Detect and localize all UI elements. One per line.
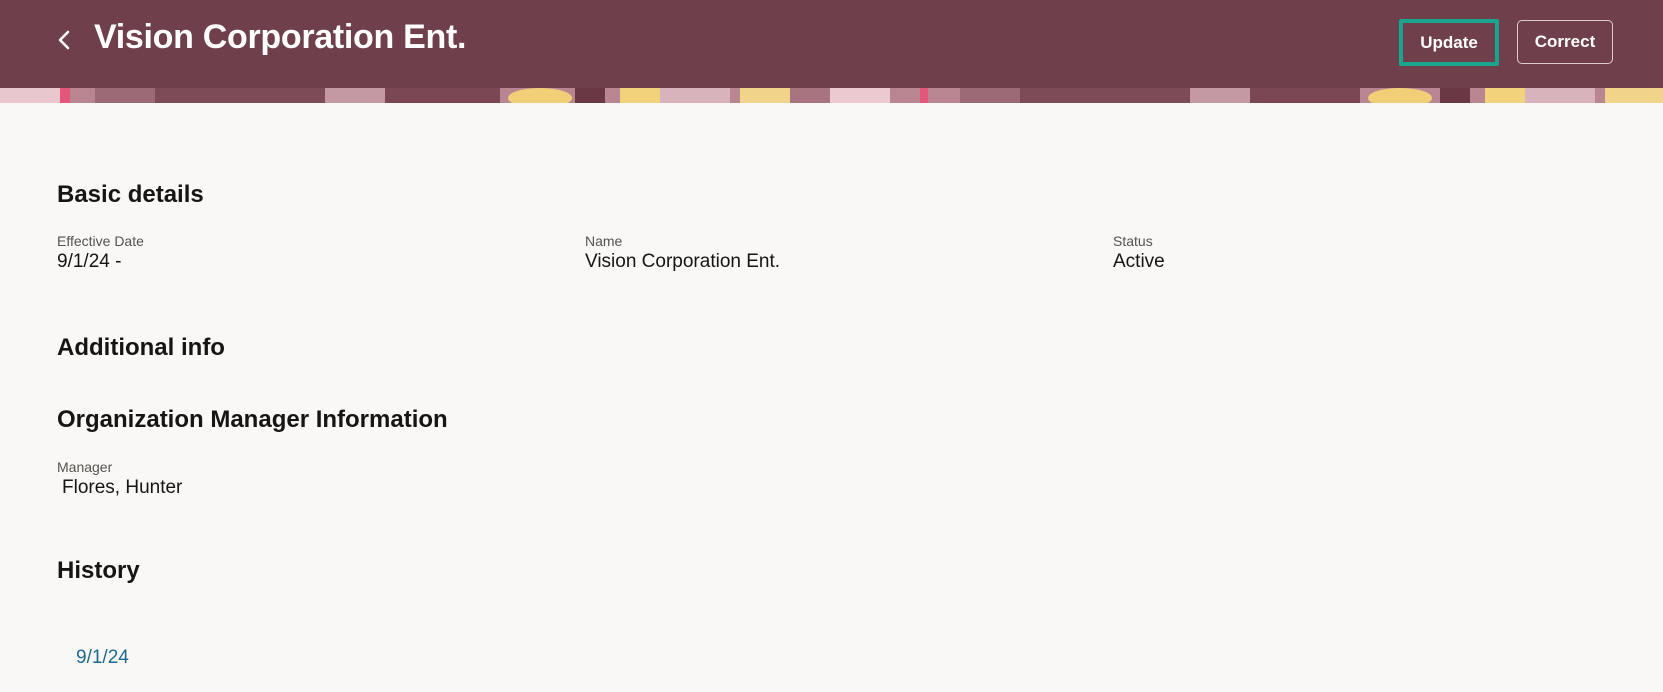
- chevron-left-icon: [56, 29, 72, 56]
- additional-info-heading: Additional info: [57, 334, 225, 361]
- update-button[interactable]: Update: [1399, 19, 1499, 66]
- effective-date-value: 9/1/24 -: [57, 251, 122, 272]
- decorative-banner: [0, 88, 1663, 103]
- page-header: Vision Corporation Ent. Update Correct: [0, 0, 1663, 88]
- status-label: Status: [1113, 233, 1153, 249]
- status-value: Active: [1113, 251, 1165, 272]
- org-manager-heading: Organization Manager Information: [57, 406, 448, 433]
- name-label: Name: [585, 233, 623, 249]
- history-entry-link[interactable]: 9/1/24: [76, 647, 129, 669]
- back-button[interactable]: [48, 26, 80, 58]
- effective-date-label: Effective Date: [57, 233, 144, 249]
- manager-value: Flores, Hunter: [62, 477, 183, 498]
- correct-button[interactable]: Correct: [1517, 20, 1613, 64]
- name-value: Vision Corporation Ent.: [585, 251, 781, 272]
- basic-details-heading: Basic details: [57, 181, 204, 208]
- manager-label: Manager: [57, 459, 113, 475]
- history-heading: History: [57, 557, 140, 584]
- page-title: Vision Corporation Ent.: [94, 18, 467, 56]
